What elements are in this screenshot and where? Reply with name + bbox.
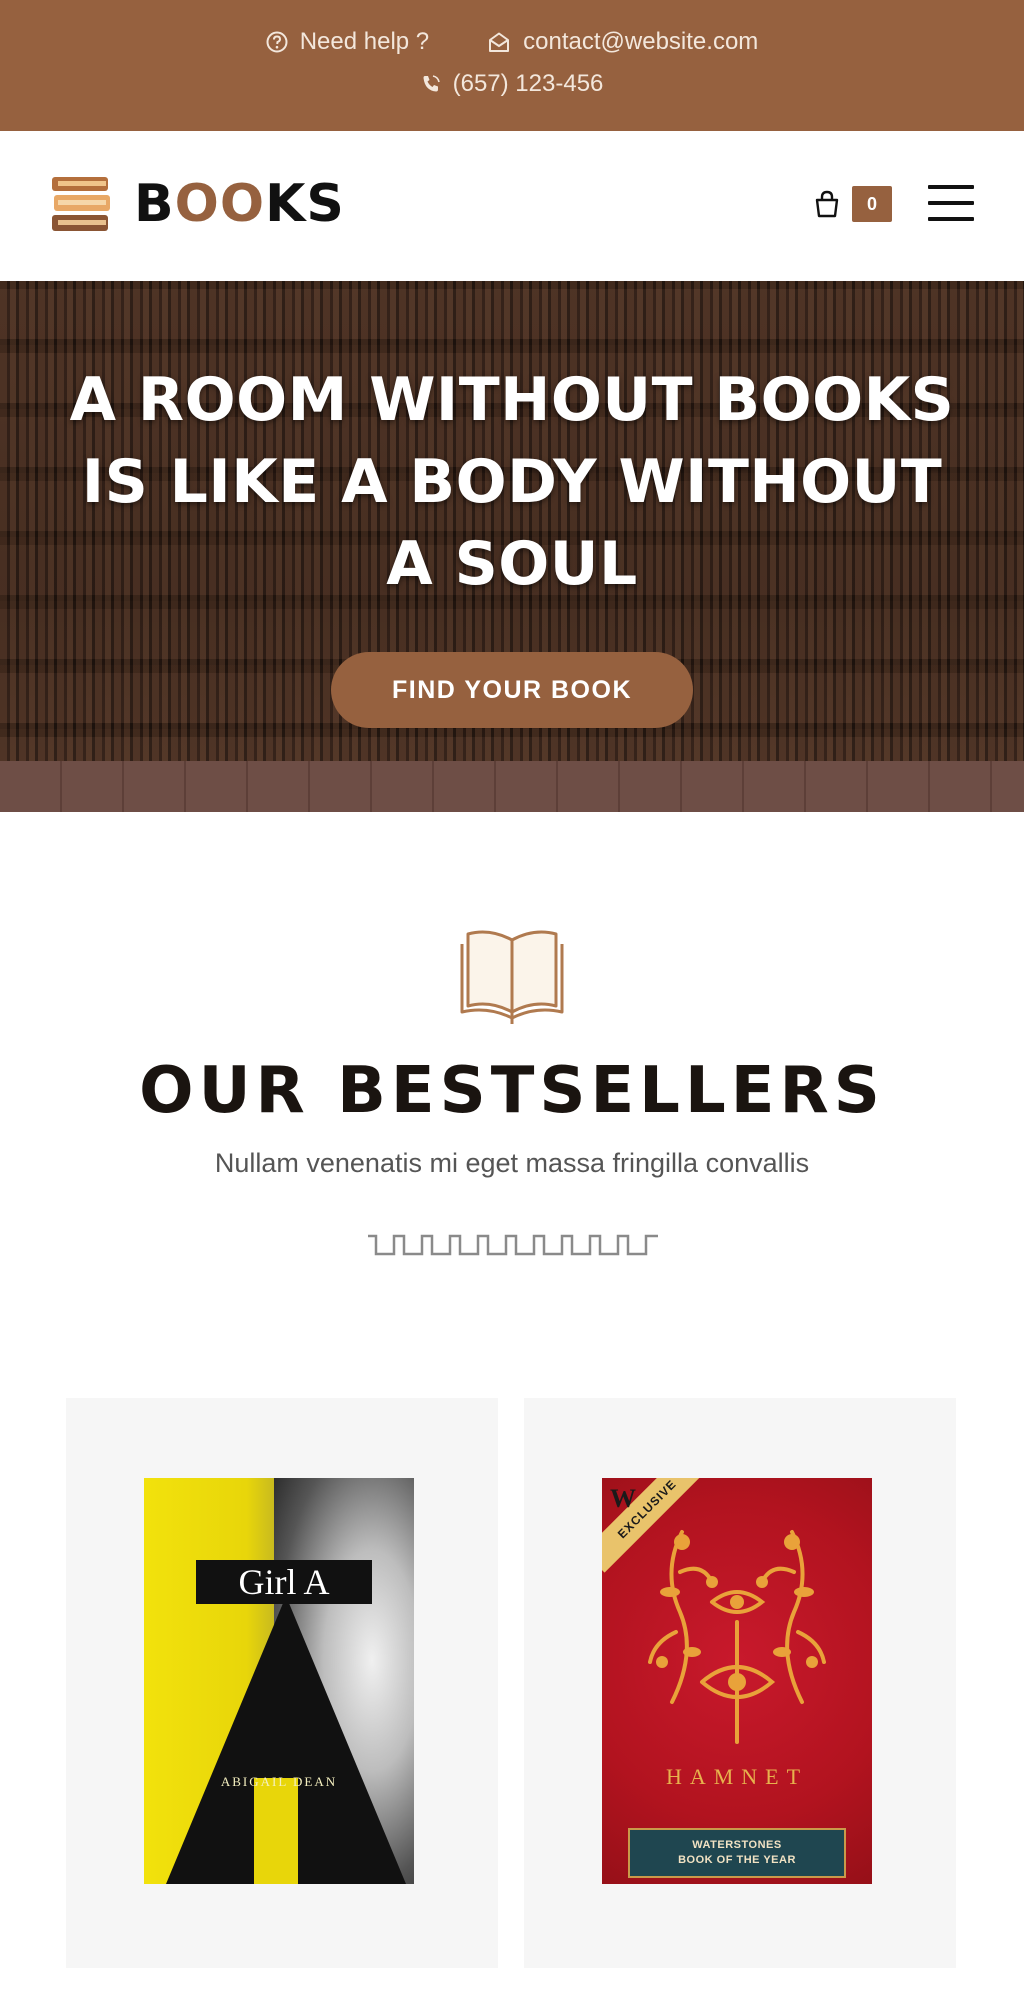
mail-icon (489, 32, 510, 52)
phone-text: (657) 123-456 (452, 70, 604, 97)
shopping-bag-icon (815, 190, 839, 218)
hero-banner: A ROOM WITHOUT BOOKS IS LIKE A BODY WITH… (0, 281, 1024, 812)
book-card[interactable]: EXCLUSIVE W HAMNET WATERSTONES BOOK OF T… (524, 1398, 956, 1968)
cover-title: Girl A (196, 1560, 372, 1604)
cover-award-line1: WATERSTONES (692, 1839, 782, 1851)
cover-title: HAMNET (665, 1764, 809, 1789)
email-link[interactable]: contact@website.com (487, 28, 758, 56)
cart-button[interactable]: 0 (812, 186, 892, 222)
book-cover-hamnet[interactable]: EXCLUSIVE W HAMNET WATERSTONES BOOK OF T… (602, 1478, 872, 1884)
phone-icon (423, 75, 440, 92)
open-book-icon (460, 930, 564, 1024)
site-logo[interactable]: BOOKS (50, 173, 345, 235)
section-title: OUR BESTSELLERS (139, 1054, 885, 1128)
wave-divider-icon (368, 1234, 658, 1256)
phone-link[interactable]: (657) 123-456 (421, 70, 604, 98)
book-cover-girl-a[interactable]: Girl A ABIGAIL DEAN (144, 1478, 414, 1884)
help-link[interactable]: Need help ? (266, 28, 429, 56)
hamburger-menu-icon-bar-bottom (928, 217, 974, 221)
cart-count-badge: 0 (852, 186, 892, 222)
hamburger-menu-button[interactable] (928, 183, 974, 223)
email-text: contact@website.com (523, 28, 759, 55)
section-subtitle: Nullam venenatis mi eget massa fringilla… (214, 1148, 810, 1178)
cover-w-mark: W (610, 1484, 636, 1513)
books-logo-icon (52, 177, 110, 231)
cover-award-line2: BOOK OF THE YEAR (678, 1854, 796, 1866)
hamburger-menu-icon-bar-top (928, 185, 974, 189)
cover-letter-a-gap (254, 1778, 298, 1884)
cover-award-label: WATERSTONES BOOK OF THE YEAR (628, 1828, 846, 1878)
hamburger-menu-icon-bar-middle (928, 201, 974, 205)
cover-author: ABIGAIL DEAN (220, 1774, 338, 1789)
hero-title: A ROOM WITHOUT BOOKS IS LIKE A BODY WITH… (69, 365, 955, 599)
floral-illustration-icon (648, 1530, 826, 1744)
hero-floor (0, 761, 1024, 812)
logo-letters-oo: OO (174, 174, 266, 234)
logo-text: BOOKS (134, 178, 345, 230)
help-label: Need help ? (299, 28, 430, 55)
logo-letters-ks: KS (265, 174, 345, 234)
help-circle-icon (266, 31, 288, 53)
book-card[interactable]: Girl A ABIGAIL DEAN (66, 1398, 498, 1968)
find-your-book-button[interactable]: FIND YOUR BOOK (331, 652, 693, 728)
site-header: BOOKS 0 (0, 131, 1024, 281)
top-contact-bar: Need help ? contact@website.com (657) 12… (0, 0, 1024, 131)
logo-letter-b: B (134, 174, 175, 234)
